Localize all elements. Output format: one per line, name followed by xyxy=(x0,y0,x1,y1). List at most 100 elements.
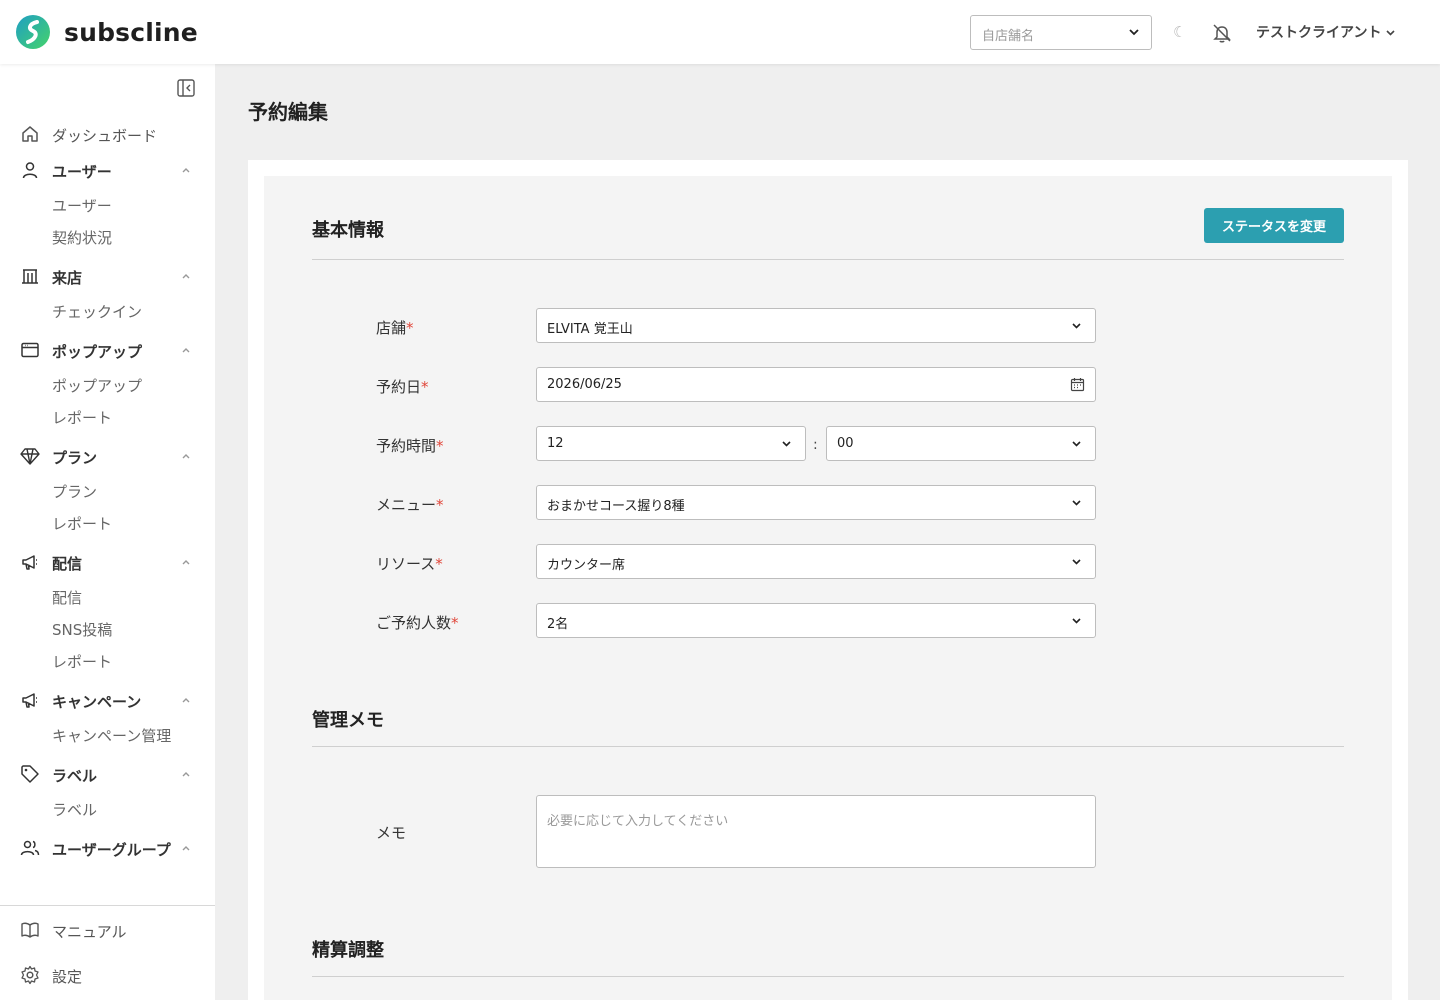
sidebar-item-label: 来店 xyxy=(52,269,83,287)
chevron-up-icon[interactable] xyxy=(181,770,191,778)
sidebar-item-1[interactable]: ユーザー xyxy=(0,152,215,188)
sidebar-footer: マニュアル 設定 xyxy=(0,905,215,1000)
user-name: テストクライアント xyxy=(1256,25,1382,41)
chevron-up-icon[interactable] xyxy=(181,272,191,280)
sidebar-item-label: ダッシュボード xyxy=(52,127,158,145)
sidebar-subitem[interactable]: チェックイン xyxy=(0,294,215,326)
page-title: 予約編集 xyxy=(248,100,328,124)
sidebar-footer-item[interactable]: 設定 xyxy=(0,951,215,996)
store-field-select[interactable]: ELVITA 覚王山 xyxy=(536,308,1096,343)
user-menu[interactable]: テストクライアント xyxy=(1256,22,1396,42)
users-icon xyxy=(20,840,40,856)
sidebar-subitem[interactable]: ポップアップ xyxy=(0,368,215,400)
sidebar-item-label: ラベル xyxy=(52,767,98,785)
sidebar-item-3[interactable]: ポップアップ xyxy=(0,332,215,368)
sidebar-subitem[interactable]: レポート xyxy=(0,506,215,538)
chevron-down-icon xyxy=(1072,618,1081,624)
calendar-icon[interactable] xyxy=(1070,377,1085,392)
minute-value: 00 xyxy=(837,436,854,451)
chevron-up-icon[interactable] xyxy=(181,166,191,174)
sidebar-item-7[interactable]: ラベル xyxy=(0,756,215,792)
sidebar-footer-label: 設定 xyxy=(52,968,83,986)
sidebar-nav: ダッシュボード ユーザー ユーザー 契約状況 来店 チェックイン ポップアップ ポップアップレ… xyxy=(0,116,215,866)
section-divider xyxy=(312,976,1344,977)
moon-icon[interactable]: ☾ xyxy=(1173,22,1186,42)
gear-icon xyxy=(21,965,39,985)
sidebar-subitem-label: プラン xyxy=(52,483,98,501)
date-label: 予約日* xyxy=(376,378,429,396)
store-select[interactable]: 自店舗名 xyxy=(970,15,1152,50)
sidebar-subitem[interactable]: SNS投稿 xyxy=(0,612,215,644)
sidebar-item-6[interactable]: キャンペーン xyxy=(0,682,215,718)
sidebar-subitem-label: レポート xyxy=(52,515,113,533)
date-input[interactable]: 2026/06/25 xyxy=(536,367,1096,402)
sidebar-subitem-label: レポート xyxy=(52,653,113,671)
brand-name: subscline xyxy=(64,17,198,47)
chevron-down-icon xyxy=(1072,500,1081,506)
change-status-button[interactable]: ステータスを変更 xyxy=(1204,208,1344,243)
sidebar-footer-item[interactable]: マニュアル xyxy=(0,906,215,951)
book-icon xyxy=(21,922,39,938)
sidebar-subitem-label: SNS投稿 xyxy=(52,621,113,639)
sidebar-collapse-icon[interactable] xyxy=(176,78,196,98)
sidebar-subitem[interactable]: レポート xyxy=(0,644,215,676)
megaphone-icon xyxy=(22,555,37,570)
sidebar-item-label: ユーザー xyxy=(52,163,112,181)
chevron-up-icon[interactable] xyxy=(181,558,191,566)
resource-label: リソース* xyxy=(376,555,443,573)
sidebar-subitem[interactable]: プラン xyxy=(0,474,215,506)
sidebar-item-0[interactable]: ダッシュボード xyxy=(0,116,215,152)
resource-value: カウンター席 xyxy=(547,558,626,573)
chevron-down-icon xyxy=(1072,441,1081,447)
chevron-down-icon xyxy=(1386,29,1396,36)
bell-off-icon[interactable] xyxy=(1211,22,1233,44)
diamond-icon xyxy=(20,448,40,465)
sidebar-item-8[interactable]: ユーザーグループ xyxy=(0,830,215,866)
sidebar-subitem-label: チェックイン xyxy=(52,303,143,321)
sidebar-subitem[interactable]: ユーザー xyxy=(0,188,215,220)
hour-select[interactable]: 12 xyxy=(536,426,806,461)
sidebar-subitem[interactable]: レポート xyxy=(0,400,215,432)
sidebar-item-2[interactable]: 来店 xyxy=(0,258,215,294)
memo-textarea[interactable]: 必要に応じて入力してください xyxy=(536,795,1096,868)
form-card: 基本情報 ステータスを変更 店舗* ELVITA 覚王山 予約日* 2026/0… xyxy=(248,160,1408,1000)
window-icon xyxy=(21,342,39,358)
chevron-up-icon[interactable] xyxy=(181,452,191,460)
sidebar-subitem-label: ユーザー xyxy=(52,197,112,215)
party-size-select[interactable]: 2名 xyxy=(536,603,1096,638)
sidebar-item-5[interactable]: 配信 xyxy=(0,544,215,580)
party-size-label: ご予約人数* xyxy=(376,614,459,632)
chevron-up-icon[interactable] xyxy=(181,346,191,354)
sidebar-subitem[interactable]: ラベル xyxy=(0,792,215,824)
section-divider xyxy=(312,746,1344,747)
chevron-down-icon xyxy=(1072,559,1081,565)
sidebar-item-label: キャンペーン xyxy=(52,693,142,711)
menu-select[interactable]: おまかせコース握り8種 xyxy=(536,485,1096,520)
hour-value: 12 xyxy=(547,436,564,451)
chevron-up-icon[interactable] xyxy=(181,696,191,704)
sidebar-item-label: ユーザーグループ xyxy=(52,841,171,859)
resource-select[interactable]: カウンター席 xyxy=(536,544,1096,579)
sidebar-subitem[interactable]: キャンペーン管理 xyxy=(0,718,215,750)
section-title-memo: 管理メモ xyxy=(312,710,384,731)
menu-label: メニュー* xyxy=(376,496,444,514)
form-panel: 基本情報 ステータスを変更 店舗* ELVITA 覚王山 予約日* 2026/0… xyxy=(264,176,1392,1000)
sidebar-subitem[interactable]: 契約状況 xyxy=(0,220,215,252)
sidebar-subitem-label: 契約状況 xyxy=(52,229,113,247)
sidebar-item-4[interactable]: プラン xyxy=(0,438,215,474)
store-label: 店舗* xyxy=(376,319,414,337)
chevron-up-icon[interactable] xyxy=(181,844,191,852)
chevron-down-icon xyxy=(1129,29,1139,36)
date-value: 2026/06/25 xyxy=(547,377,622,392)
brand-logo[interactable]: subscline xyxy=(16,15,198,49)
sidebar-footer-label: マニュアル xyxy=(52,923,127,941)
memo-label: メモ xyxy=(376,824,407,842)
store-select-placeholder: 自店舗名 xyxy=(982,29,1035,44)
user-icon xyxy=(22,162,38,179)
minute-select[interactable]: 00 xyxy=(826,426,1096,461)
top-header: subscline 自店舗名 ☾ テストクライアント xyxy=(0,0,1440,64)
sidebar-subitem[interactable]: 配信 xyxy=(0,580,215,612)
section-title-basic: 基本情報 xyxy=(312,220,384,241)
sidebar: ダッシュボード ユーザー ユーザー 契約状況 来店 チェックイン ポップアップ ポップアップレ… xyxy=(0,64,215,1000)
time-label: 予約時間* xyxy=(376,437,444,455)
